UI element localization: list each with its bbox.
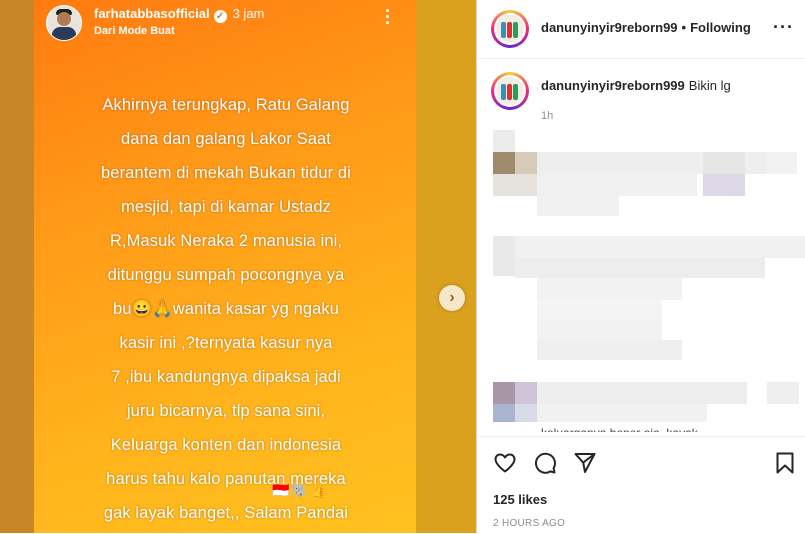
more-options-button[interactable]: ··· bbox=[773, 17, 794, 38]
post-actions: 125 likes 2 HOURS AGO bbox=[477, 436, 805, 534]
post-media[interactable]: farhatabbasofficial ✓ 3 jam Dari Mode Buat… bbox=[0, 0, 476, 533]
verified-badge-icon: ✓ bbox=[213, 10, 227, 23]
story-text-line: dana dan galang Lakor Saat bbox=[121, 130, 331, 148]
share-button[interactable] bbox=[573, 451, 597, 475]
story-emoji-row: 🇮🇩🐘👍 bbox=[272, 482, 331, 498]
story-avatar bbox=[46, 5, 82, 41]
following-button[interactable]: Following bbox=[690, 20, 751, 35]
media-letterbox-right bbox=[416, 0, 476, 533]
story-text-line: harus tahu kalo panutan mereka bbox=[106, 470, 346, 488]
post-timestamp[interactable]: 2 HOURS AGO bbox=[493, 518, 565, 529]
save-button[interactable] bbox=[773, 451, 797, 475]
partial-comment: keluarganya bener aja, kayak bbox=[541, 422, 698, 432]
paper-plane-icon bbox=[574, 453, 596, 473]
post-header: danunyinyir9reborn99 • Following ··· bbox=[477, 0, 805, 59]
likes-count[interactable]: 125 likes bbox=[493, 492, 547, 507]
caption-time: 1h bbox=[541, 110, 554, 122]
caption: danunyinyir9reborn999 Bikin lg bbox=[541, 78, 731, 93]
header-username[interactable]: danunyinyir9reborn99 bbox=[541, 20, 678, 35]
story-header: farhatabbasofficial ✓ 3 jam bbox=[94, 6, 264, 23]
story-username: farhatabbasofficial bbox=[94, 6, 210, 21]
next-slide-button[interactable]: › bbox=[439, 285, 465, 311]
story-text-line: berantem di mekah Bukan tidur di bbox=[101, 164, 351, 182]
post-sidebar: danunyinyir9reborn99 • Following ··· danun… bbox=[476, 0, 805, 534]
more-horizontal-icon: ··· bbox=[773, 17, 794, 37]
story-text-line: ditunggu sumpah pocongnya ya bbox=[107, 266, 345, 284]
story-text: Akhirnya terungkap, Ratu Galang dana dan… bbox=[40, 88, 412, 530]
story-text-line: R,Masuk Neraka 2 manusia ini, bbox=[109, 232, 343, 250]
bookmark-outline-icon bbox=[776, 452, 794, 474]
comment-bubble-icon bbox=[534, 452, 556, 474]
heart-outline-icon bbox=[494, 453, 516, 473]
caption-username[interactable]: danunyinyir9reborn999 bbox=[541, 78, 685, 93]
story-text-line: Keluarga konten dan indonesia bbox=[110, 436, 342, 454]
story-text-line: 7 ,ibu kandungnya dipaksa jadi bbox=[111, 368, 341, 386]
chevron-right-icon: › bbox=[449, 289, 455, 306]
media-letterbox-left bbox=[0, 0, 34, 533]
header-user-line: danunyinyir9reborn99 • Following bbox=[541, 20, 751, 35]
caption-avatar[interactable] bbox=[491, 72, 529, 110]
story-text-line: juru bicarnya, tlp sana sini, bbox=[126, 402, 326, 420]
like-button[interactable] bbox=[493, 451, 517, 475]
story-subtitle: Dari Mode Buat bbox=[94, 25, 175, 37]
story-text-line: Akhirnya terungkap, Ratu Galang bbox=[102, 96, 350, 114]
more-vertical-icon: · · · bbox=[385, 1, 391, 33]
story-text-line: bu😀🙏wanita kasar yg ngaku bbox=[112, 300, 340, 318]
story-text-line: mesjid, tapi di kamar Ustadz bbox=[120, 198, 332, 216]
story-text-line: kasir ini ,?ternyata kasur nya bbox=[119, 334, 333, 352]
story-text-line: gak layak banget,, Salam Pandai bbox=[103, 504, 349, 522]
separator-dot: • bbox=[681, 20, 687, 35]
comment-button[interactable] bbox=[533, 451, 557, 475]
caption-text: Bikin lg bbox=[688, 78, 731, 93]
story-time: 3 jam bbox=[232, 6, 265, 21]
header-avatar[interactable] bbox=[491, 10, 529, 48]
